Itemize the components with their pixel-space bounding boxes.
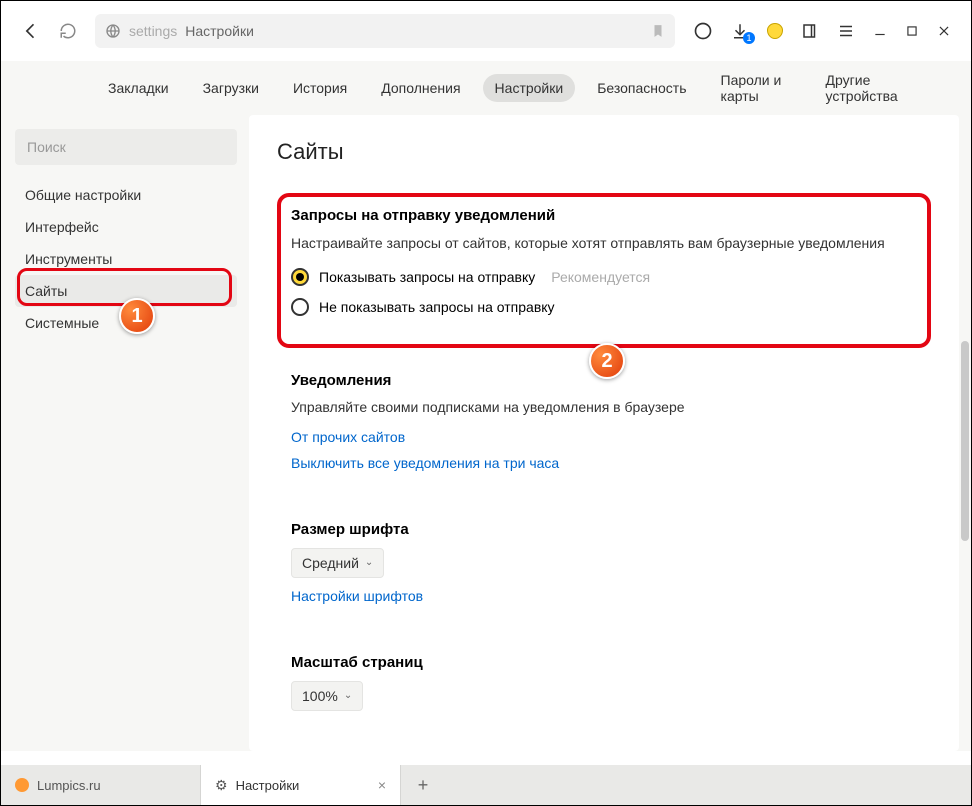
settings-nav: Закладки Загрузки История Дополнения Нас… <box>1 61 971 115</box>
zoom-value: 100% <box>302 688 338 704</box>
chevron-down-icon: ⌄ <box>344 690 352 701</box>
globe-icon <box>105 23 121 39</box>
tab-strip: Lumpics.ru ⚙ Настройки × + <box>1 765 971 805</box>
zoom-heading: Масштаб страниц <box>291 654 917 671</box>
font-size-value: Средний <box>302 555 359 571</box>
chevron-down-icon: ⌄ <box>365 557 373 568</box>
radio-show-requests[interactable]: Показывать запросы на отправку Рекоменду… <box>291 268 917 286</box>
recommended-hint: Рекомендуется <box>551 269 650 285</box>
browser-toolbar: settings Настройки <box>1 1 971 61</box>
font-size-select[interactable]: Средний ⌄ <box>291 548 384 578</box>
radio-icon-checked <box>291 268 309 286</box>
bookmark-icon[interactable] <box>651 24 665 38</box>
annotation-badge-2: 2 <box>589 343 625 379</box>
close-tab-icon[interactable]: × <box>378 777 386 793</box>
browser-tab-lumpics[interactable]: Lumpics.ru <box>1 765 201 805</box>
nav-history[interactable]: История <box>281 74 359 102</box>
notif-req-heading: Запросы на отправку уведомлений <box>291 207 917 224</box>
radio-icon-unchecked <box>291 298 309 316</box>
nav-downloads[interactable]: Загрузки <box>191 74 271 102</box>
annotation-badge-1: 1 <box>119 298 155 334</box>
nav-security[interactable]: Безопасность <box>585 74 698 102</box>
nav-other-devices[interactable]: Другие устройства <box>814 66 921 110</box>
tab-label: Lumpics.ru <box>37 778 101 793</box>
favicon-icon <box>15 778 29 792</box>
radio-show-label: Показывать запросы на отправку <box>319 269 535 285</box>
downloads-icon[interactable] <box>731 22 749 40</box>
sidebar: Поиск Общие настройки Интерфейс Инструме… <box>1 115 245 751</box>
section-notifications: Уведомления Управляйте своими подписками… <box>277 364 931 493</box>
nav-bookmarks[interactable]: Закладки <box>96 74 181 102</box>
gear-icon: ⚙ <box>215 777 228 794</box>
section-page-zoom: Масштаб страниц 100% ⌄ <box>277 646 931 733</box>
sidebar-item-tools[interactable]: Инструменты <box>15 243 237 275</box>
sidebar-item-general[interactable]: Общие настройки <box>15 179 237 211</box>
browser-tab-settings[interactable]: ⚙ Настройки × <box>201 765 401 805</box>
workspace: Поиск Общие настройки Интерфейс Инструме… <box>1 115 971 751</box>
radio-hide-requests[interactable]: Не показывать запросы на отправку <box>291 298 917 316</box>
sidebar-item-interface[interactable]: Интерфейс <box>15 211 237 243</box>
font-heading: Размер шрифта <box>291 521 917 538</box>
menu-icon[interactable] <box>837 22 855 40</box>
radio-hide-label: Не показывать запросы на отправку <box>319 299 555 315</box>
nav-settings[interactable]: Настройки <box>483 74 576 102</box>
link-font-settings[interactable]: Настройки шрифтов <box>291 588 917 604</box>
link-other-sites[interactable]: От прочих сайтов <box>291 429 917 445</box>
reload-icon[interactable] <box>59 22 77 40</box>
content-panel: Сайты Запросы на отправку уведомлений На… <box>249 115 959 751</box>
notif-desc: Управляйте своими подписками на уведомле… <box>291 399 917 415</box>
search-input[interactable]: Поиск <box>15 129 237 165</box>
link-mute-3h[interactable]: Выключить все уведомления на три часа <box>291 455 917 471</box>
minimize-icon[interactable] <box>873 24 887 38</box>
sidebar-panel-icon[interactable] <box>801 22 819 40</box>
section-font-size: Размер шрифта Средний ⌄ Настройки шрифто… <box>277 513 931 626</box>
address-prefix: settings <box>129 23 177 39</box>
scrollbar-thumb[interactable] <box>961 341 969 541</box>
zen-icon[interactable] <box>693 21 713 41</box>
close-icon[interactable] <box>937 24 951 38</box>
nav-addons[interactable]: Дополнения <box>369 74 472 102</box>
new-tab-button[interactable]: + <box>401 765 445 805</box>
shield-icon[interactable] <box>767 23 783 39</box>
address-bar[interactable]: settings Настройки <box>95 14 675 48</box>
address-title: Настройки <box>185 23 254 39</box>
maximize-icon[interactable] <box>905 24 919 38</box>
page-title: Сайты <box>277 139 931 165</box>
tab-label: Настройки <box>236 778 300 793</box>
section-notification-requests: Запросы на отправку уведомлений Настраив… <box>277 193 931 348</box>
back-icon[interactable] <box>21 21 41 41</box>
zoom-select[interactable]: 100% ⌄ <box>291 681 363 711</box>
nav-passwords[interactable]: Пароли и карты <box>709 66 804 110</box>
notif-req-desc: Настраивайте запросы от сайтов, которые … <box>291 234 917 254</box>
